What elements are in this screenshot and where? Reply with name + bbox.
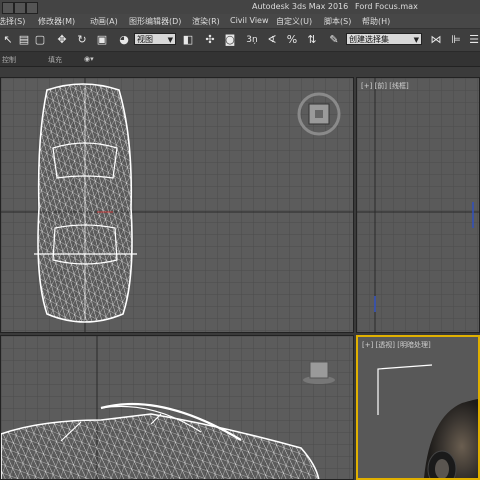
ribbon-tab-label[interactable]: 控制 xyxy=(2,55,16,65)
edit-named-selection-icon[interactable]: ✎ xyxy=(326,32,342,48)
ribbon-bar: 控制 填充 ◉▾ xyxy=(0,52,480,67)
align-icon[interactable]: ⊫ xyxy=(448,32,464,48)
viewport-persp-label[interactable]: [+] [透视] [明暗处理] xyxy=(362,340,431,350)
front-view-canvas xyxy=(1,336,353,479)
viewport-front[interactable] xyxy=(0,335,354,480)
menu-maxscript[interactable]: 脚本(S) xyxy=(324,16,351,27)
app-title: Autodesk 3ds Max 2016 xyxy=(252,2,349,11)
car-wireframe-top xyxy=(34,83,137,323)
viewport-left-label[interactable]: [+] [前] [线框] xyxy=(361,81,409,91)
menu-civil-view[interactable]: Civil View xyxy=(230,16,269,25)
perspective-canvas xyxy=(358,337,478,478)
quick-access-new-icon[interactable] xyxy=(14,2,26,14)
menu-animation[interactable]: 动画(A) xyxy=(90,16,118,27)
file-title: Ford Focus.max xyxy=(355,2,418,11)
ribbon-dropdown-icon[interactable]: ◉▾ xyxy=(84,55,94,63)
chevron-down-icon: ▼ xyxy=(413,36,419,44)
menu-help[interactable]: 帮助(H) xyxy=(362,16,390,27)
keyboard-shortcut-icon[interactable]: ◙ xyxy=(222,32,238,48)
layer-manager-icon[interactable]: ☰ xyxy=(466,32,480,48)
reference-coord-dropdown[interactable]: 视图 ▼ xyxy=(134,33,176,45)
viewport-top[interactable] xyxy=(0,77,354,333)
viewport-area-header xyxy=(0,67,480,77)
menu-rendering[interactable]: 渲染(R) xyxy=(192,16,220,27)
menu-customize[interactable]: 自定义(U) xyxy=(276,16,312,27)
percent-snap-icon[interactable]: % xyxy=(284,32,300,48)
select-object-icon[interactable]: ↖ xyxy=(0,32,16,48)
top-view-canvas xyxy=(1,78,353,332)
move-icon[interactable]: ✥ xyxy=(54,32,70,48)
menu-bar: 选择(S) 修改器(M) 动画(A) 图形编辑器(D) 渲染(R) Civil … xyxy=(0,14,480,29)
scale-icon[interactable]: ▣ xyxy=(94,32,110,48)
pivot-center-icon[interactable]: ◧ xyxy=(180,32,196,48)
chevron-down-icon: ▼ xyxy=(167,36,173,44)
mirror-icon[interactable]: ⋈ xyxy=(428,32,444,48)
spinner-snap-icon[interactable]: ⇅ xyxy=(304,32,320,48)
menu-modifiers[interactable]: 修改器(M) xyxy=(38,16,75,27)
menu-select[interactable]: 选择(S) xyxy=(0,16,25,27)
menu-graph-editors[interactable]: 图形编辑器(D) xyxy=(129,16,181,27)
select-by-name-icon[interactable]: ▤ xyxy=(16,32,32,48)
angle-snap-icon[interactable]: ∢ xyxy=(264,32,280,48)
ribbon-fill-label[interactable]: 填充 xyxy=(48,55,62,65)
viewport-perspective[interactable]: [+] [透视] [明暗处理] xyxy=(356,335,480,480)
named-selection-dropdown[interactable]: 创建选择集 ▼ xyxy=(346,33,422,45)
quick-access-open-icon[interactable] xyxy=(26,2,38,14)
left-view-canvas xyxy=(357,78,479,332)
main-toolbar: ↖ ▤ ▢ ✥ ↻ ▣ ◕ 视图 ▼ ◧ ✣ ◙ 3ņ ∢ % ⇅ ✎ 创建选择集… xyxy=(0,29,480,52)
rotate-icon[interactable]: ↻ xyxy=(74,32,90,48)
select-manipulate-icon[interactable]: ✣ xyxy=(202,32,218,48)
snap-toggle-icon[interactable]: 3ņ xyxy=(244,32,260,48)
viewport-left[interactable]: [+] [前] [线框] xyxy=(356,77,480,333)
app-icon[interactable] xyxy=(2,2,14,14)
title-bar: Autodesk 3ds Max 2016 Ford Focus.max xyxy=(0,0,480,14)
rect-selection-icon[interactable]: ▢ xyxy=(32,32,48,48)
place-icon[interactable]: ◕ xyxy=(116,32,132,48)
